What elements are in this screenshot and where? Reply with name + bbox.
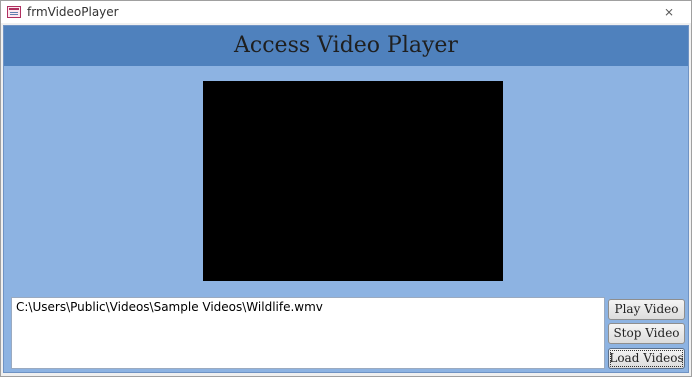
play-video-button[interactable]: Play Video xyxy=(608,299,685,320)
close-icon[interactable]: ⨯ xyxy=(661,5,677,19)
form-header: Access Video Player xyxy=(4,26,688,66)
video-path-textbox[interactable]: C:\Users\Public\Videos\Sample Videos\Wil… xyxy=(11,297,605,369)
video-player-screen[interactable] xyxy=(203,81,503,281)
access-form-icon xyxy=(7,6,21,18)
page-title: Access Video Player xyxy=(234,33,458,58)
load-videos-button[interactable]: Load Videos xyxy=(608,348,685,369)
video-path-text: C:\Users\Public\Videos\Sample Videos\Wil… xyxy=(16,300,323,314)
title-bar[interactable]: frmVideoPlayer ⨯ xyxy=(1,1,691,23)
app-window: frmVideoPlayer ⨯ Access Video Player C:\… xyxy=(0,0,692,377)
window-title: frmVideoPlayer xyxy=(27,5,119,19)
stop-video-button[interactable]: Stop Video xyxy=(608,323,685,344)
form-body: Access Video Player C:\Users\Public\Vide… xyxy=(3,25,689,373)
